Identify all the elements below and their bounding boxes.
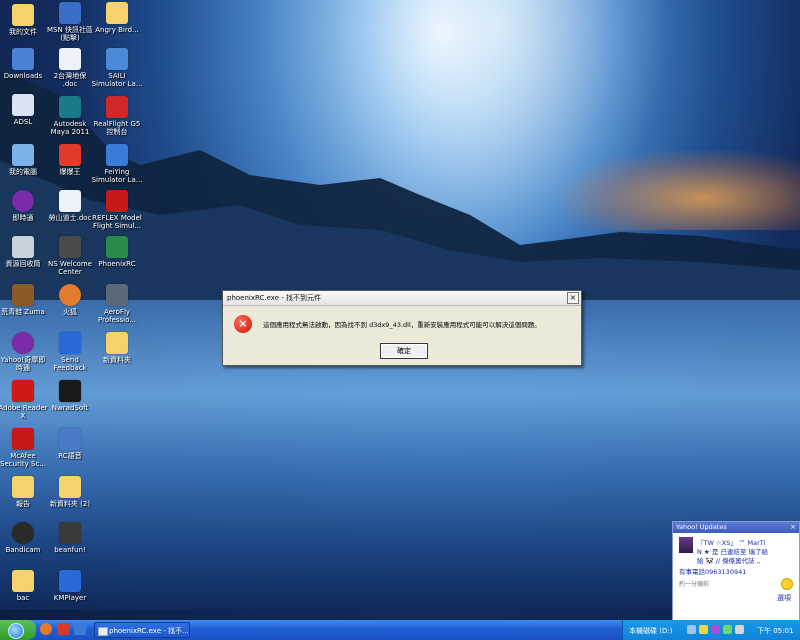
messenger-icon xyxy=(12,190,34,212)
msn-icon xyxy=(59,2,81,24)
update-line[interactable]: 有事電話0963130941 xyxy=(679,566,746,576)
show-desktop-icon[interactable] xyxy=(74,623,86,635)
folder-icon xyxy=(12,48,34,70)
desktop-icon-label: NwradSoft xyxy=(51,404,89,412)
messenger-tray-icon[interactable] xyxy=(711,625,720,634)
shield-icon xyxy=(12,428,34,450)
airplane-icon xyxy=(106,144,128,166)
taskbar-button-label: phoenixRC.exe - 找不... xyxy=(109,627,189,635)
desktop-icon-label: REFLEX Model Flight Simul... xyxy=(92,214,142,230)
desktop-icon-saili[interactable]: SAILI Simulator La... xyxy=(88,48,146,88)
taskbar-button-phoenixrc[interactable]: phoenixRC.exe - 找不... xyxy=(94,622,190,638)
error-icon: × xyxy=(234,315,252,333)
network-tray-icon[interactable] xyxy=(723,625,732,634)
folder-icon xyxy=(12,570,34,592)
desktop-icon-realflight[interactable]: RealFlight G5 控制台 xyxy=(88,96,146,136)
desktop-icon-new-folder[interactable]: 新資料夾 xyxy=(88,332,146,364)
beanfun-icon xyxy=(59,522,81,544)
voice-icon xyxy=(59,428,81,450)
airplane-icon xyxy=(106,96,128,118)
document-icon xyxy=(59,190,81,212)
start-button[interactable] xyxy=(0,620,36,640)
yahoo-updates-popup: Yahoo! Updates × 『TW ☆XS』 ™ MarTi N ★ 是 … xyxy=(672,521,800,621)
phoenix-icon xyxy=(106,236,128,258)
chevron-left-icon[interactable] xyxy=(687,625,696,634)
desktop-icon-reflex[interactable]: REFLEX Model Flight Simul... xyxy=(88,190,146,230)
desktop-icon-label: FeiYing Simulator La... xyxy=(91,168,143,184)
desktop-icon-label: 新資料夾 (2) xyxy=(49,500,91,508)
close-icon[interactable]: × xyxy=(789,523,797,531)
recycle-bin-icon xyxy=(12,236,34,258)
clock[interactable]: 下午 05:01 xyxy=(757,626,793,636)
media-player-icon xyxy=(59,570,81,592)
volume-icon[interactable] xyxy=(735,625,744,634)
taskbar: phoenixRC.exe - 找不... 本機磁碟 (D:) 下午 05:01 xyxy=(0,620,800,640)
quick-launch-icon[interactable] xyxy=(57,623,69,635)
error-dialog: phoenixRC.exe - 找不到元件 × × 這個應用程式無法啟動，因為找… xyxy=(222,290,582,366)
messenger-icon xyxy=(12,332,34,354)
desktop-icon-label: SAILI Simulator La... xyxy=(91,72,143,88)
desktop-icon-new-folder-2[interactable]: 新資料夾 (2) xyxy=(41,476,99,508)
smiley-icon xyxy=(781,578,793,590)
folder-icon xyxy=(106,332,128,354)
desktop-icon-label: beanfun! xyxy=(54,546,86,554)
folder-icon xyxy=(12,4,34,26)
airplane-icon xyxy=(106,48,128,70)
network-icon xyxy=(12,94,34,116)
folder-icon xyxy=(106,2,128,24)
desktop-icon-phoenixrc[interactable]: PhoenixRC xyxy=(88,236,146,268)
pdf-icon xyxy=(12,380,34,402)
update-line[interactable]: 給 🐼 // 傑傑奧代誌 ,, xyxy=(697,555,761,565)
game-icon xyxy=(59,144,81,166)
avatar[interactable] xyxy=(679,537,693,553)
popup-title: Yahoo! Updates xyxy=(673,522,799,533)
firefox-icon[interactable] xyxy=(40,623,52,635)
app-icon xyxy=(59,380,81,402)
desktop-icon-label: PhoenixRC xyxy=(98,260,136,268)
app-icon xyxy=(59,236,81,258)
desktop-icon-rc-voice[interactable]: RC語音 xyxy=(41,428,99,460)
document-icon xyxy=(59,48,81,70)
camera-icon xyxy=(12,522,34,544)
maya-icon xyxy=(59,96,81,118)
desktop-icon-label: 新資料夾 xyxy=(103,356,131,364)
desktop-icon-beanfun[interactable]: beanfun! xyxy=(41,522,99,554)
folder-icon xyxy=(59,476,81,498)
desktop-icon-label: Angry Bird... xyxy=(95,26,139,34)
dialog-message: 這個應用程式無法啟動，因為找不到 d3dx9_43.dll，重新安裝應用程式可能… xyxy=(263,321,541,329)
system-tray: 本機磁碟 (D:) 下午 05:01 xyxy=(622,620,800,640)
dialog-title: phoenixRC.exe - 找不到元件 xyxy=(227,294,322,302)
desktop-icon-label: RC語音 xyxy=(58,452,82,460)
update-timestamp: 約一分鐘前 xyxy=(679,581,710,588)
window-icon xyxy=(98,627,108,636)
aerofly-icon xyxy=(106,284,128,306)
desktop-icon-label: RealFlight G5 控制台 xyxy=(93,120,141,136)
firefox-icon xyxy=(59,284,81,306)
warning-sign-icon xyxy=(106,190,128,212)
feedback-icon xyxy=(59,332,81,354)
close-icon[interactable]: × xyxy=(567,292,579,304)
computer-icon xyxy=(12,144,34,166)
desktop-icon-label: AeroFly Professio... xyxy=(98,308,136,324)
dialog-title-bar[interactable]: phoenixRC.exe - 找不到元件 × xyxy=(223,291,581,306)
desktop-icon-angry-birds[interactable]: Angry Bird... xyxy=(88,2,146,34)
tray-drive-label[interactable]: 本機磁碟 (D:) xyxy=(629,626,672,636)
windows-logo-icon xyxy=(8,623,24,639)
desktop-icon-label: KMPlayer xyxy=(53,594,87,602)
desktop-icon-nwradsoft[interactable]: NwradSoft xyxy=(41,380,99,412)
game-icon xyxy=(12,284,34,306)
tray-app-icon[interactable] xyxy=(699,625,708,634)
options-link[interactable]: 選項 xyxy=(777,593,791,603)
desktop-icon-kmplayer[interactable]: KMPlayer xyxy=(41,570,99,602)
desktop-icon-aerofly[interactable]: AeroFly Professio... xyxy=(88,284,146,324)
folder-icon xyxy=(12,476,34,498)
desktop-icon-feiying[interactable]: FeiYing Simulator La... xyxy=(88,144,146,184)
ok-button[interactable]: 確定 xyxy=(380,343,428,359)
